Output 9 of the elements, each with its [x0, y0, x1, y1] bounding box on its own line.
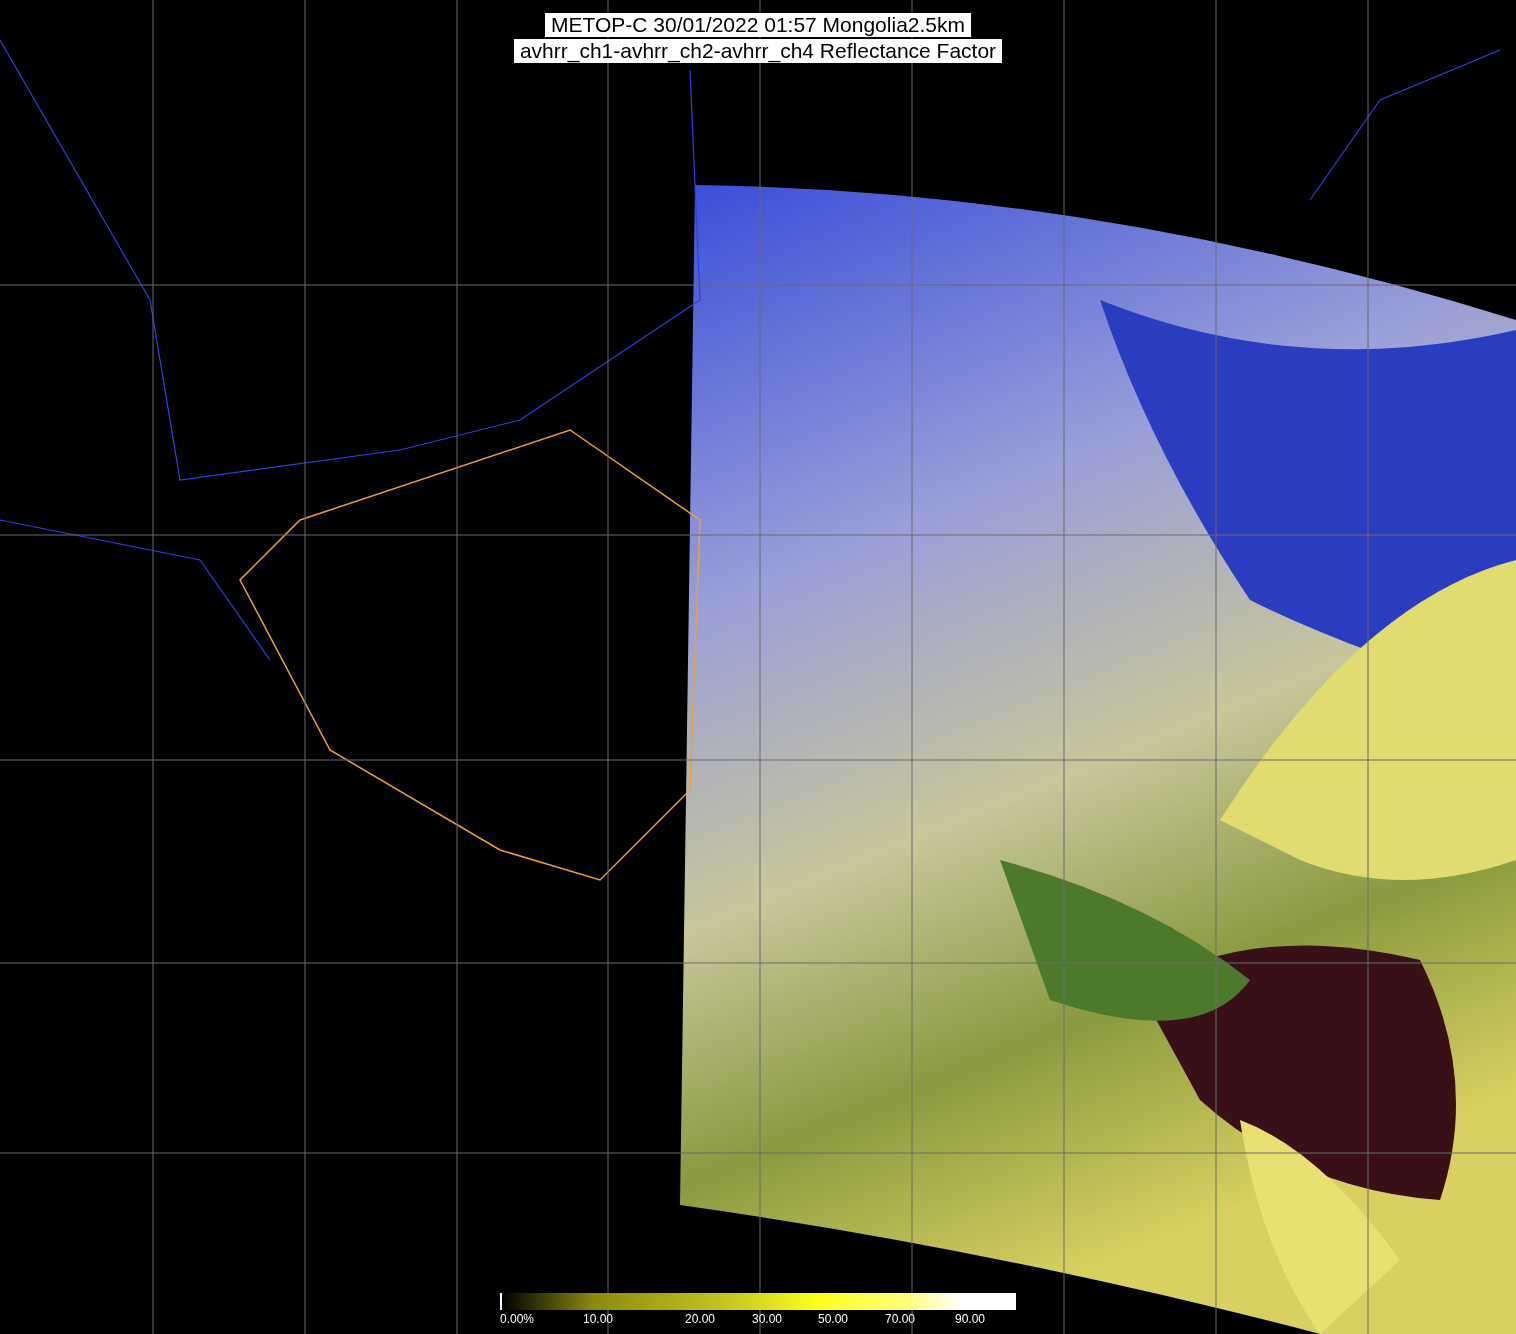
scale-label: 20.00 — [685, 1312, 716, 1326]
scale-label: 50.00 — [818, 1312, 849, 1326]
scale-label: 90.00 — [955, 1312, 986, 1326]
map-subtitle: avhrr_ch1-avhrr_ch2-avhrr_ch4 Reflectance Factor — [513, 39, 1003, 63]
scale-label: 0.00% — [500, 1312, 535, 1326]
scale-label: 10.00 — [583, 1312, 614, 1326]
map-title: METOP-C 30/01/2022 01:57 Mongolia2.5km — [545, 13, 971, 37]
scale-label: 30.00 — [752, 1312, 783, 1326]
scale-label: 70.00 — [885, 1312, 916, 1326]
